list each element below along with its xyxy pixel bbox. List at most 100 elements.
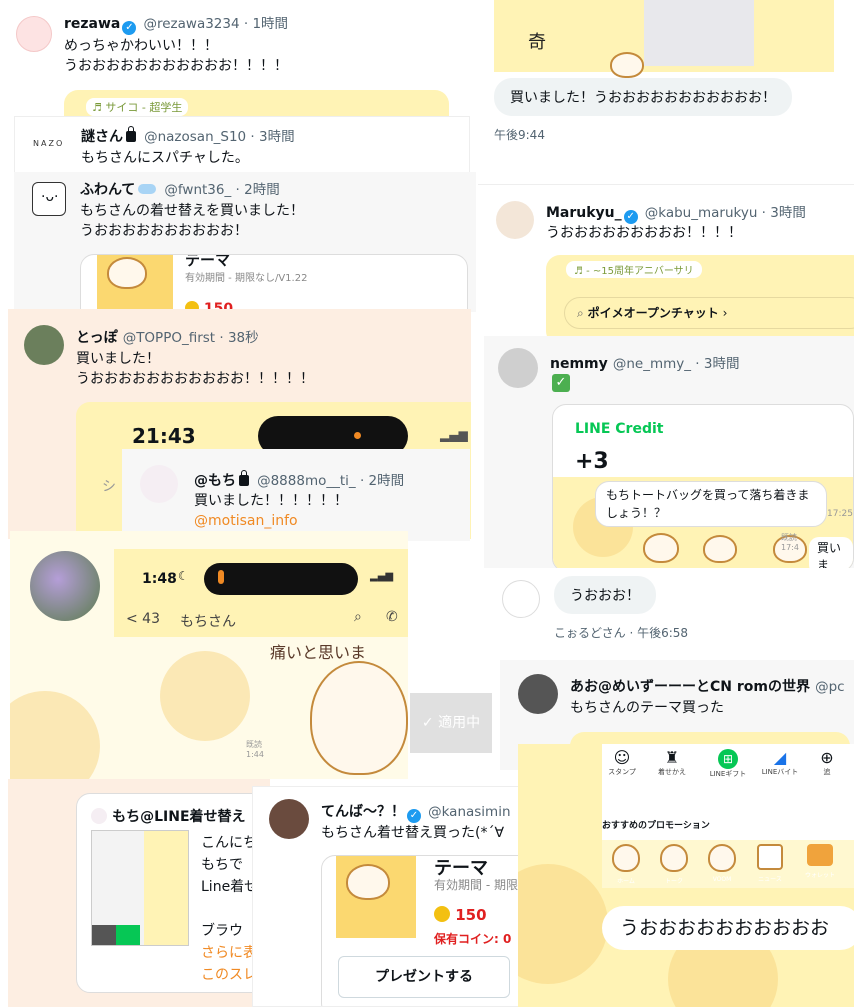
dynamic-island [204,563,358,595]
author-handle[interactable]: @TOPPO_first · 38秒 [123,330,259,346]
theme-validity: 有効期間 - 期限 [434,878,518,892]
applied-button[interactable]: ✓ 適用中 [410,693,492,753]
search-icon: ⌕ [577,306,584,320]
tweet-mochi8888[interactable]: @もち @8888mo__ti_ · 2時間 買いました！！！！！！ @moti… [122,449,470,541]
buy-bubble: 買いま [809,537,853,571]
verified-icon: ✓ [407,809,421,823]
tweet-text: めっちゃかわいい！！！ [64,38,218,54]
media-card[interactable]: テーマ 有効期間 - 期限 150 保有コイン: 0 プレゼントする [321,855,523,1006]
moon-icon: ☾ [178,569,189,583]
author-name[interactable]: Marukyu_ [546,205,622,221]
phone-call-icon[interactable]: ✆ [386,609,398,625]
back-button[interactable]: < 43 [126,611,160,627]
baito-icon[interactable]: ◢ LINEバイト [758,748,802,777]
tab-wallet[interactable]: ウォレット [798,844,842,879]
link-text[interactable]: このスレ [201,964,258,986]
more-icon[interactable]: ⊕ 追 [812,748,842,777]
tab-talk[interactable]: トーク [654,844,694,885]
author-name[interactable]: ふわんて [80,182,135,198]
author-name[interactable]: もち@LINE着せ替え [112,809,245,825]
avatar[interactable] [140,465,178,503]
tweet-nemmy[interactable]: nemmy @ne_mmy_ · 3時間 ✓ LINE Credit +3 もち… [484,336,854,576]
avatar[interactable] [502,580,540,618]
tweet-rezawa[interactable]: rezawa ✓ @rezawa3234 · 1時間 めっちゃかわいい！！！ うお… [0,0,472,118]
mention-link[interactable]: @motisan_info [194,511,298,531]
avatar[interactable]: ·ᴗ· [32,182,66,216]
author-handle[interactable]: @8888mo__ti_ · 2時間 [257,473,404,489]
tab-home[interactable]: ホーム [606,844,646,885]
price: 150 [434,906,487,924]
author-handle[interactable]: @nazosan_S10 · 3時間 [144,129,295,145]
media-card[interactable]: ♬ サイコ - 超学生 [64,90,449,118]
tab-news[interactable]: ニュース [750,844,790,883]
avatar[interactable] [518,674,558,714]
screenshot-thumb[interactable] [91,830,189,946]
theme-title: テーマ [185,254,231,269]
phone-screenshot[interactable]: 1:48 ☾ ▂▄▆ < 43 もちさん ⌕ ✆ 痛いと思いま 既読 1:44 [10,531,408,779]
avatar[interactable] [498,348,538,388]
author-handle[interactable]: @pc [815,679,845,695]
gift-icon[interactable]: ⊞ LINEギフト [706,748,750,779]
tweet-text: Line着せ [201,879,259,895]
tab-voom[interactable]: VOOM [702,844,742,883]
search-icon[interactable]: ⌕ [354,609,362,625]
tweet-marukyu[interactable]: Marukyu_ ✓ @kabu_marukyu · 3時間 うおおおおおおおおお… [478,184,854,336]
avatar[interactable] [496,201,534,239]
read-label: 既読 17:4 [781,533,799,552]
theme-icon[interactable]: ♜ 着せかえ [652,748,692,777]
dm-bubble: うおおお！ [554,576,656,614]
tweet-text: うおおおおおおおおおおお！！！！ [64,58,288,74]
side-text: シ [102,479,116,495]
author-handle[interactable]: @ne_mmy_ · 3時間 [613,356,740,372]
avatar[interactable] [30,551,100,621]
author-name[interactable]: 謎さん [81,129,123,145]
dm-image[interactable]: 奇 [494,0,834,78]
present-button[interactable]: プレゼントする [338,956,510,998]
avatar[interactable]: NAZO [31,127,67,163]
signal-icon: ▂▄▆ [370,571,394,582]
coin-icon [434,906,450,922]
open-chat-button[interactable]: ⌕ ポイメオープンチャット › [564,297,854,329]
link-text[interactable]: さらに表 [201,942,258,964]
avatar[interactable] [24,325,64,365]
sticker-icon[interactable]: ☺ スタンプ [602,748,642,777]
tweet-text: うおおおおおおおおお！！！！ [546,225,742,241]
author-name[interactable]: てんば～？！ [321,804,405,820]
author-name[interactable]: rezawa [64,16,120,32]
avatar[interactable] [269,799,309,839]
chat-title: もちさん [180,614,236,630]
avatar[interactable] [16,16,52,52]
chevron-right-icon: › [722,306,728,320]
author-handle[interactable]: @fwnt36_ · 2時間 [164,182,279,198]
avatar-text: NAZO [33,139,65,148]
theme-validity: 有効期間 - 期限なし/V1.22 [185,273,308,284]
tweet-fuwante[interactable]: ·ᴗ· ふわんて @fwnt36_ · 2時間 もちさんの着せ替えを買いました！… [14,172,476,312]
dm-time: 午後9:44 [494,128,545,142]
tweet-text: うおおおおおおおおおお！ [80,223,248,239]
author-name[interactable]: @もち [194,473,236,489]
tweet-mochi-line[interactable]: もち@LINE着せ替え こんにち もちで Line着せ ブラウ さらに表 このス… [8,779,270,1007]
author-name[interactable]: あお@めいずーーーとCN romの世界 [570,679,810,695]
media-card[interactable]: LINE Credit +3 もちトートバッグを買って落ち着きましょう！？ 17… [552,404,854,572]
author-name[interactable]: nemmy [550,356,608,372]
tweet-nazo[interactable]: NAZO 謎さん @nazosan_S10 · 3時間 もちさんにスパチャした。 [14,116,470,174]
credit-label: LINE Credit [575,421,664,437]
author-handle[interactable]: @kabu_marukyu · 3時間 [645,205,806,221]
author-handle[interactable]: @kanasimin [428,804,510,820]
media-card[interactable]: テーマ 有効期間 - 期限なし/V1.22 150 [80,254,468,312]
cloud-icon [138,184,157,194]
media-card[interactable]: ♬ - ~15周年アニバーサリ ⌕ ポイメオープンチャット › [546,255,854,336]
handwritten-text: 痛いと思いま [270,643,367,662]
avatar[interactable] [91,808,107,824]
tweet-text: もちさんのテーマ買った [570,700,724,716]
tweet-tenba[interactable]: てんば～？！ ✓ @kanasimin もちさん着せ替え買った(*´∀ テーマ 有… [252,786,524,1007]
theme-thumbnail [97,255,173,312]
promo-section: おすすめのプロモーション [602,792,854,840]
author-name[interactable]: とっぽ [76,330,118,346]
author-handle[interactable]: @rezawa3234 · 1時間 [143,16,288,32]
tweet-text: うおおおおおおおおおおお！！！！！ [76,371,314,387]
lock-icon [126,126,136,142]
signal-icon: ▂▄▆ [440,428,468,442]
music-tag: ♬ サイコ - 超学生 [86,98,189,116]
quote-card[interactable]: もち@LINE着せ替え こんにち もちで Line着せ ブラウ さらに表 このス… [76,793,270,993]
